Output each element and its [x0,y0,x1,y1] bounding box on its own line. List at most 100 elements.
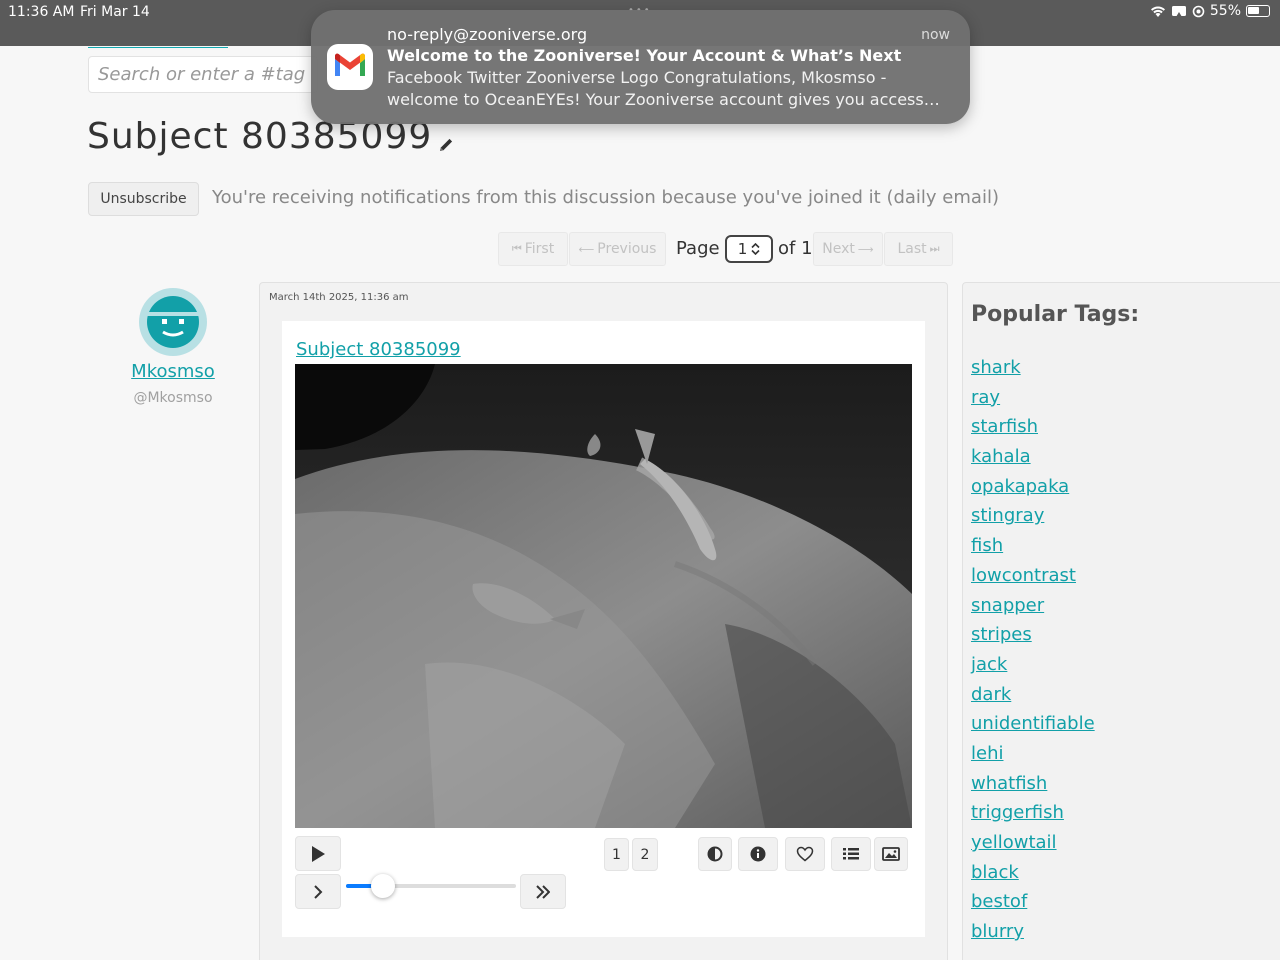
first-page-button[interactable]: ⏮ First [498,232,568,266]
first-page-label: First [524,241,555,257]
skip-forward-button[interactable] [520,874,566,909]
notification-subject: Welcome to the Zooniverse! Your Account … [387,46,902,65]
tag-link[interactable]: fish [971,535,1003,556]
status-time: 11:36 AM [8,4,75,20]
info-icon [750,846,766,862]
unsubscribe-button[interactable]: Unsubscribe [88,182,199,216]
metadata-button[interactable] [738,837,778,871]
arrow-right-icon: ⟶ [857,242,874,256]
tag-item: lowcontrast [971,562,1095,592]
page-select-value: 1 [737,240,748,258]
collections-button[interactable] [831,837,871,871]
tag-item: bestof [971,888,1095,918]
search-input[interactable] [89,57,317,92]
email-notification-banner[interactable]: no-reply@zooniverse.org Welcome to the Z… [311,10,970,124]
tag-item: unidentifiable [971,710,1095,740]
tag-link[interactable]: starfish [971,416,1038,437]
subject-link[interactable]: Subject 80385099 [296,339,461,360]
tag-item: ray [971,384,1095,414]
previous-page-label: Previous [597,241,657,257]
battery-percent: 55% [1209,3,1241,19]
tag-link[interactable]: stingray [971,505,1044,526]
notification-body: Facebook Twitter Zooniverse Logo Congrat… [387,68,940,109]
page-label: Page [676,238,720,259]
last-page-label: Last [897,241,927,257]
tag-link[interactable]: lehi [971,743,1003,764]
author-name-link[interactable]: Mkosmso [116,361,230,382]
tag-link[interactable]: triggerfish [971,802,1064,823]
page-select[interactable]: 1 [725,235,773,263]
tag-link[interactable]: blurry [971,921,1024,942]
skip-end-icon: ⏭ [929,242,940,255]
tag-link[interactable]: stripes [971,624,1032,645]
contrast-icon [707,846,723,862]
chevron-right-icon [314,884,323,899]
next-page-button[interactable]: Next ⟶ [813,232,883,266]
notification-time: now [921,27,950,43]
subject-image[interactable] [295,364,912,828]
tag-link[interactable]: dark [971,684,1011,705]
status-icons: 55% [1150,3,1270,19]
gmail-icon [327,44,373,90]
frame-1-button[interactable]: 1 [604,838,629,871]
invert-button[interactable] [698,837,732,871]
tag-item: opakapaka [971,473,1095,503]
arrow-left-icon: ⟵ [578,242,595,256]
next-page-label: Next [822,241,855,257]
notification-sender: no-reply@zooniverse.org [387,25,588,44]
tag-link[interactable]: kahala [971,446,1031,467]
author-handle: @Mkosmso [133,390,213,406]
tag-item: fish [971,532,1095,562]
tag-link[interactable]: shark [971,357,1021,378]
tag-item: blurry [971,918,1095,948]
tag-search [88,56,318,93]
wifi-icon [1150,6,1165,17]
tag-item: snapper [971,592,1095,622]
screen-mirror-icon [1171,5,1186,17]
play-icon [312,845,325,862]
double-chevron-right-icon [536,884,550,899]
breadcrumb-links[interactable] [88,34,328,48]
tag-link[interactable]: unidentifiable [971,713,1095,734]
popular-tags-heading: Popular Tags: [971,302,1140,327]
tag-link[interactable]: snapper [971,595,1044,616]
tag-item: kahala [971,443,1095,473]
tag-item: jack [971,651,1095,681]
edit-pencil-icon[interactable] [437,136,455,154]
tag-item: shark [971,354,1095,384]
tag-item: stripes [971,621,1095,651]
tag-link[interactable]: yellowtail [971,832,1057,853]
tag-item: black [971,859,1095,889]
avatar-face-icon [147,296,199,348]
heart-icon [796,846,814,862]
tag-link[interactable]: bestof [971,891,1027,912]
tag-link[interactable]: jack [971,654,1007,675]
chevron-updown-icon [751,243,760,255]
battery-icon [1246,5,1270,17]
comment-timestamp: March 14th 2025, 11:36 am [269,292,409,303]
tag-link[interactable]: lowcontrast [971,565,1076,586]
step-forward-button[interactable] [295,874,341,909]
last-page-button[interactable]: Last ⏭ [884,232,953,266]
avatar[interactable] [139,288,207,356]
tag-item: lehi [971,740,1095,770]
tag-link[interactable]: whatfish [971,773,1047,794]
breadcrumb-link-1[interactable] [88,35,228,48]
page-count: of 1 [778,238,813,259]
image-view-button[interactable] [874,837,908,871]
favorite-button[interactable] [785,837,825,871]
previous-page-button[interactable]: ⟵ Previous [569,232,666,266]
tag-item: yellowtail [971,829,1095,859]
image-icon [882,847,900,861]
play-button[interactable] [295,836,341,871]
tag-link[interactable]: opakapaka [971,476,1069,497]
tag-item: triggerfish [971,799,1095,829]
tag-link[interactable]: black [971,862,1019,883]
tag-link[interactable]: ray [971,387,1000,408]
popular-tags-list: shark ray starfish kahala opakapaka stin… [971,354,1095,948]
skip-start-icon: ⏮ [511,242,522,255]
notification-message: You're receiving notifications from this… [212,187,999,208]
tag-item: starfish [971,413,1095,443]
frame-2-button[interactable]: 2 [632,838,658,871]
status-date: Fri Mar 14 [80,4,150,20]
